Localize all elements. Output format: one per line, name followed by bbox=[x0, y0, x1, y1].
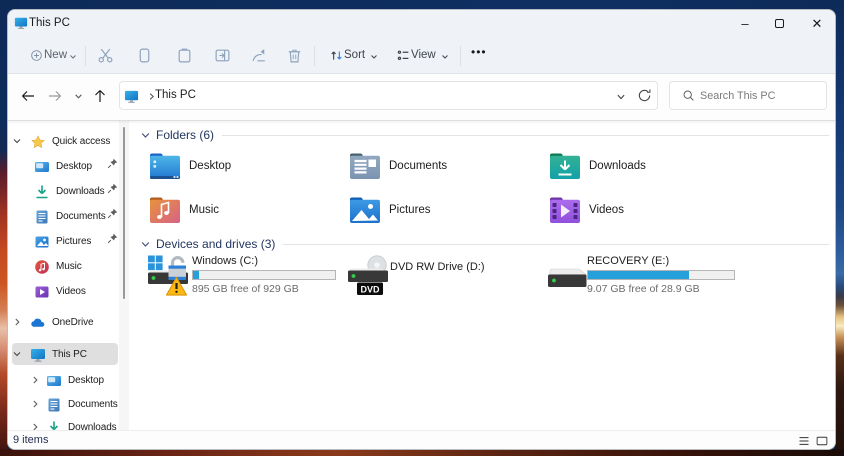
svg-text:DVD: DVD bbox=[360, 285, 380, 295]
